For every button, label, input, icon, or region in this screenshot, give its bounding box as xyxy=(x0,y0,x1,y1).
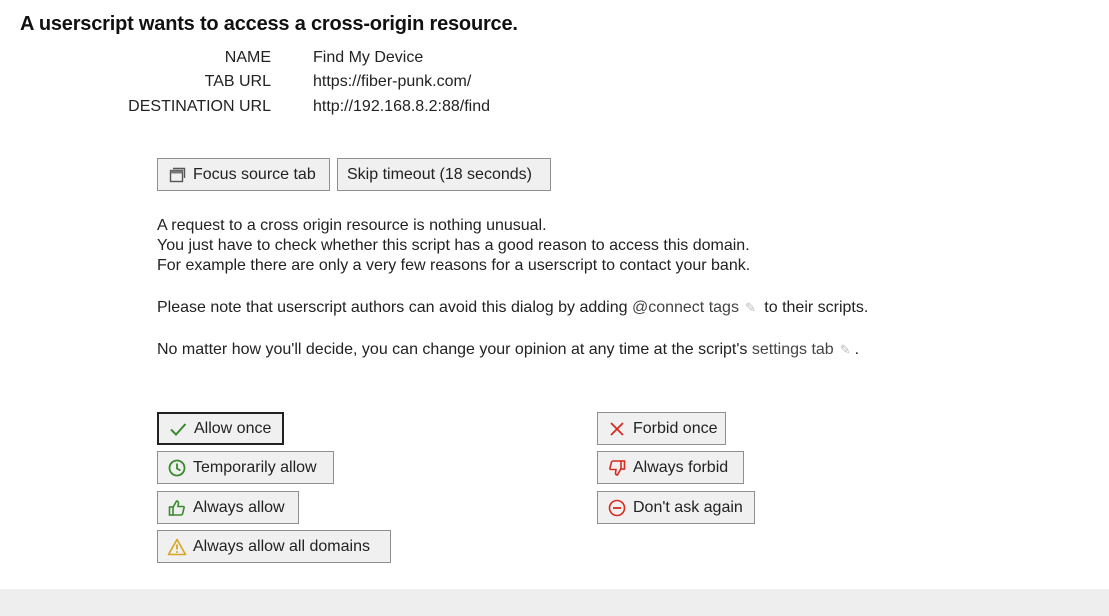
dialog-title: A userscript wants to access a cross-ori… xyxy=(20,13,518,35)
skip-timeout-button[interactable]: Skip timeout (18 seconds) xyxy=(337,158,551,191)
destination-url-value: http://192.168.8.2:88/find xyxy=(313,98,491,115)
explanation-line-1: A request to a cross origin resource is … xyxy=(157,217,547,234)
settings-note-prefix: No matter how you'll decide, you can cha… xyxy=(157,341,752,358)
thumbs-down-icon xyxy=(607,458,627,478)
footer-bar xyxy=(0,589,1109,616)
always-allow-all-domains-label: Always allow all domains xyxy=(193,537,370,555)
connect-note-suffix: to their scripts. xyxy=(759,299,869,316)
forbid-once-label: Forbid once xyxy=(633,419,718,437)
always-forbid-button[interactable]: Always forbid xyxy=(597,451,744,484)
connect-tags-link[interactable]: @connect tags xyxy=(632,299,739,316)
focus-source-tab-label: Focus source tab xyxy=(193,165,316,183)
forbid-once-button[interactable]: Forbid once xyxy=(597,412,726,445)
skip-timeout-label: Skip timeout (18 seconds) xyxy=(347,165,532,183)
allow-once-label: Allow once xyxy=(194,419,272,437)
settings-note-suffix: . xyxy=(854,341,860,358)
minus-circle-icon xyxy=(607,498,627,518)
connect-note: Please note that userscript authors can … xyxy=(157,298,868,318)
settings-note: No matter how you'll decide, you can cha… xyxy=(157,340,859,360)
explanation-text: A request to a cross origin resource is … xyxy=(157,216,750,276)
destination-url-label: DESTINATION URL xyxy=(128,98,271,115)
connect-note-prefix: Please note that userscript authors can … xyxy=(157,299,632,316)
focus-source-tab-button[interactable]: Focus source tab xyxy=(157,158,330,191)
allow-once-button[interactable]: Allow once xyxy=(157,412,284,445)
tab-url-label: TAB URL xyxy=(204,73,271,90)
explanation-line-3: For example there are only a very few re… xyxy=(157,257,751,274)
warning-icon xyxy=(167,537,187,557)
dont-ask-again-button[interactable]: Don't ask again xyxy=(597,491,755,524)
name-value: Find My Device xyxy=(313,49,424,66)
always-forbid-label: Always forbid xyxy=(633,458,729,476)
tab-url-value: https://fiber-punk.com/ xyxy=(313,73,472,90)
settings-tab-link[interactable]: settings tab xyxy=(752,341,834,358)
explanation-line-2: You just have to check whether this scri… xyxy=(157,237,750,254)
pencil-icon: ✎ xyxy=(744,300,756,315)
window-icon xyxy=(167,165,187,185)
thumbs-up-icon xyxy=(167,498,187,518)
pencil-icon: ✎ xyxy=(839,342,851,357)
x-icon xyxy=(607,419,627,439)
always-allow-label: Always allow xyxy=(193,498,285,516)
dont-ask-again-label: Don't ask again xyxy=(633,498,743,516)
name-label: NAME xyxy=(224,49,271,66)
temporarily-allow-label: Temporarily allow xyxy=(193,458,317,476)
always-allow-all-domains-button[interactable]: Always allow all domains xyxy=(157,530,391,563)
always-allow-button[interactable]: Always allow xyxy=(157,491,299,524)
clock-icon xyxy=(167,458,187,478)
temporarily-allow-button[interactable]: Temporarily allow xyxy=(157,451,334,484)
check-icon xyxy=(168,419,188,439)
